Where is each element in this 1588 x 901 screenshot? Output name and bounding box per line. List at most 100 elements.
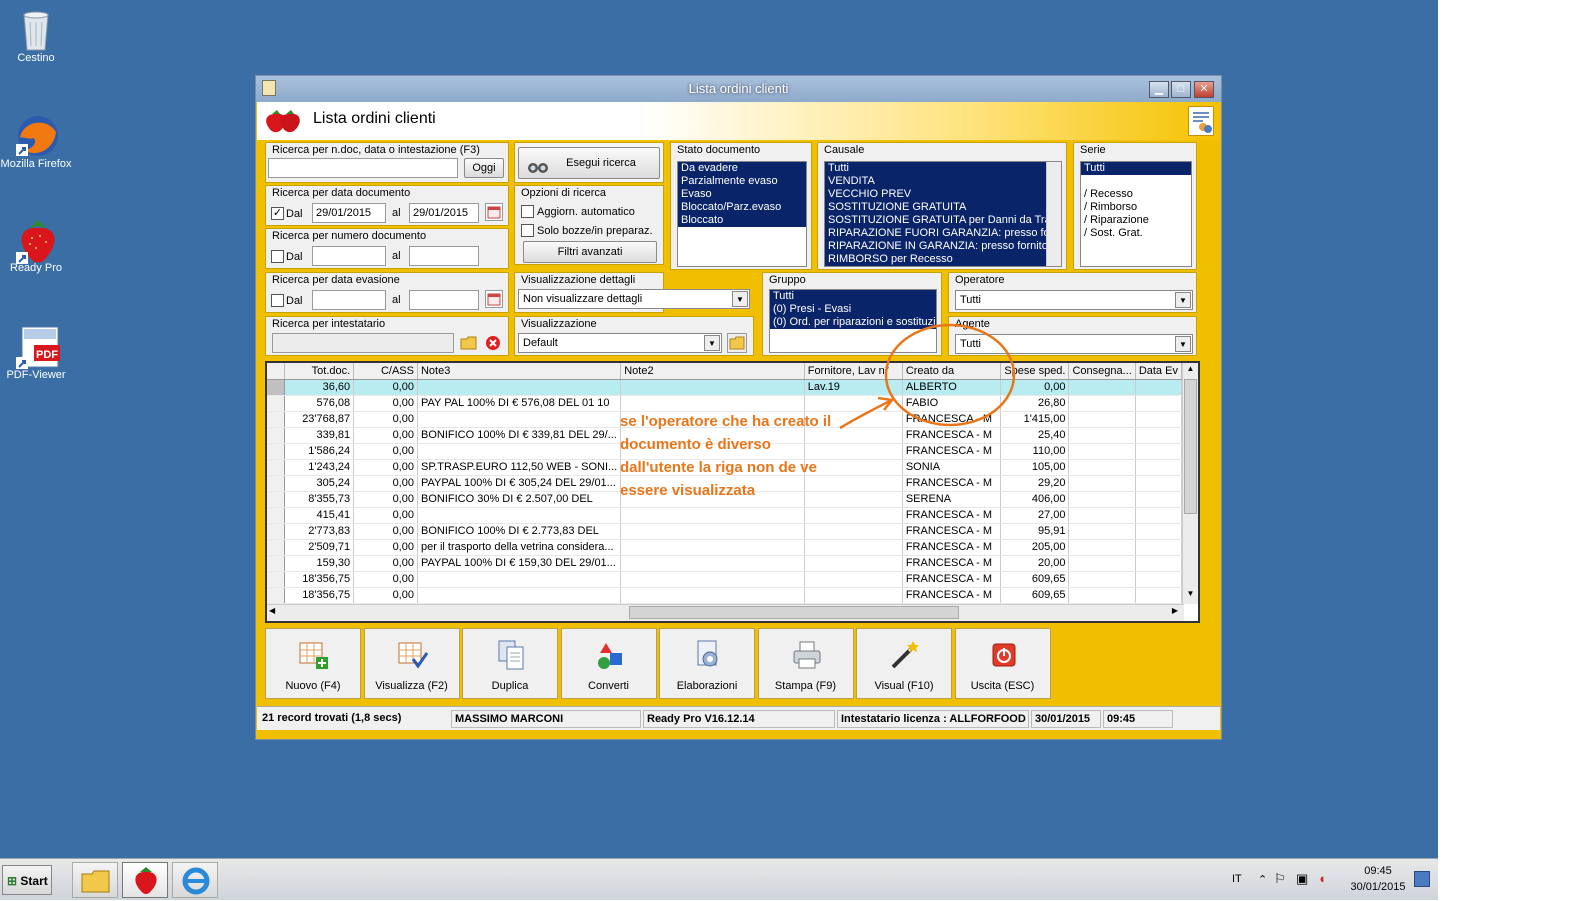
table-cell[interactable]: per il trasporto della vetrina considera…: [417, 539, 622, 556]
table-cell[interactable]: [1135, 443, 1182, 460]
table-cell[interactable]: 1'586,24: [284, 443, 355, 460]
table-cell[interactable]: PAYPAL 100% DI € 305,24 DEL 29/01...: [417, 475, 622, 492]
table-cell[interactable]: [1135, 379, 1182, 396]
evas-to-input[interactable]: [409, 290, 479, 310]
table-cell[interactable]: [804, 507, 903, 524]
vis-det-select[interactable]: Non visualizzare dettagli ▼: [518, 289, 750, 309]
window-titlebar[interactable]: Lista ordini clienti ▁ □ ✕: [256, 76, 1221, 102]
chevron-down-icon[interactable]: ▼: [1175, 292, 1191, 308]
list-item[interactable]: Evaso: [678, 188, 806, 201]
clear-icon[interactable]: [484, 334, 502, 352]
clock-date[interactable]: 30/01/2015: [1348, 881, 1408, 893]
row-header[interactable]: [267, 459, 286, 476]
scroll-up-icon[interactable]: ▲: [1184, 364, 1197, 377]
table-row[interactable]: 415,41 0,00 FRANCESCA - M 27,00: [267, 507, 1182, 524]
col-header[interactable]: Note3: [417, 363, 622, 380]
table-row[interactable]: 2'509,71 0,00 per il trasporto della vetri…: [267, 539, 1182, 556]
table-row[interactable]: 18'356,75 0,00 FRANCESCA - M 609,65: [267, 587, 1182, 604]
table-cell[interactable]: [1068, 523, 1136, 540]
table-cell[interactable]: [1135, 459, 1182, 476]
search-input[interactable]: [268, 158, 458, 178]
esegui-ricerca-button[interactable]: Esegui ricerca: [518, 147, 660, 179]
maximize-button[interactable]: □: [1171, 81, 1191, 98]
intest-input[interactable]: [272, 333, 454, 353]
table-cell[interactable]: 23'768,87: [284, 411, 355, 428]
table-cell[interactable]: 0,00: [353, 539, 418, 556]
table-cell[interactable]: FRANCESCA - M: [902, 475, 1002, 492]
table-cell[interactable]: [1068, 459, 1136, 476]
table-cell[interactable]: [1068, 491, 1136, 508]
table-cell[interactable]: [1068, 379, 1136, 396]
bozze-checkbox[interactable]: [521, 224, 534, 237]
vis-select[interactable]: Default ▼: [518, 333, 722, 353]
scroll-thumb[interactable]: [629, 606, 959, 619]
chevron-down-icon[interactable]: ▼: [732, 291, 748, 307]
operatore-select[interactable]: Tutti ▼: [955, 290, 1193, 310]
table-row[interactable]: 36,60 0,00 Lav.19 ALBERTO 0,00: [267, 379, 1182, 396]
table-cell[interactable]: BONIFICO 30% DI € 2.507,00 DEL: [417, 491, 622, 508]
table-cell[interactable]: [1135, 507, 1182, 524]
toolbar-button-exit[interactable]: Uscita (ESC): [954, 628, 1051, 699]
volume-muted-icon[interactable]: ◖: [1318, 871, 1326, 886]
table-cell[interactable]: FRANCESCA - M: [902, 507, 1002, 524]
causale-scrollbar[interactable]: [1046, 162, 1061, 266]
col-header[interactable]: C/ASS: [353, 363, 418, 380]
row-header[interactable]: [267, 571, 286, 588]
list-item[interactable]: Bloccato: [678, 214, 806, 227]
table-cell[interactable]: [417, 411, 622, 428]
row-header[interactable]: [267, 395, 286, 412]
list-item[interactable]: / Sost. Grat.: [1081, 227, 1191, 240]
list-item[interactable]: Tutti: [825, 162, 1047, 175]
row-header[interactable]: [267, 523, 286, 540]
table-cell[interactable]: SERENA: [902, 491, 1002, 508]
oggi-button[interactable]: Oggi: [464, 158, 504, 178]
list-item[interactable]: Bloccato/Parz.evaso: [678, 201, 806, 214]
calendar-icon[interactable]: [485, 290, 503, 308]
table-cell[interactable]: 0,00: [353, 555, 418, 572]
row-header[interactable]: [267, 443, 286, 460]
calendar-icon[interactable]: [485, 203, 503, 221]
table-cell[interactable]: [620, 507, 805, 524]
table-cell[interactable]: 609,65: [1000, 571, 1070, 588]
col-header[interactable]: Note2: [620, 363, 805, 380]
table-cell[interactable]: 159,30: [284, 555, 355, 572]
table-cell[interactable]: [804, 555, 903, 572]
table-cell[interactable]: [620, 523, 805, 540]
taskbar-ready-pro[interactable]: [122, 862, 168, 898]
list-item[interactable]: Parzialmente evaso: [678, 175, 806, 188]
toolbar-button-convert[interactable]: Converti: [560, 628, 657, 699]
table-cell[interactable]: SONIA: [902, 459, 1002, 476]
date-to-input[interactable]: 29/01/2015: [409, 203, 479, 223]
table-cell[interactable]: 0,00: [353, 507, 418, 524]
row-header[interactable]: [267, 379, 286, 396]
table-cell[interactable]: 0,00: [353, 395, 418, 412]
toolbar-button-process[interactable]: Elaborazioni: [659, 628, 755, 699]
chevron-down-icon[interactable]: ▼: [704, 335, 720, 351]
list-item[interactable]: / Recesso: [1081, 188, 1191, 201]
row-header[interactable]: [267, 539, 286, 556]
table-cell[interactable]: [1068, 507, 1136, 524]
table-cell[interactable]: [1068, 571, 1136, 588]
toolbar-button-printer[interactable]: Stampa (F9): [757, 628, 854, 699]
table-cell[interactable]: [804, 587, 903, 604]
table-cell[interactable]: 0,00: [353, 523, 418, 540]
table-cell[interactable]: [1068, 395, 1136, 412]
table-cell[interactable]: [620, 587, 805, 604]
scroll-right-icon[interactable]: ▶: [1172, 606, 1178, 615]
list-item[interactable]: RIMBORSO per Recesso: [825, 253, 1047, 266]
table-cell[interactable]: [620, 555, 805, 572]
table-cell[interactable]: [1068, 411, 1136, 428]
col-header[interactable]: Data Ev: [1135, 363, 1182, 380]
table-cell[interactable]: [1068, 539, 1136, 556]
list-item[interactable]: / Riparazione: [1081, 214, 1191, 227]
table-cell[interactable]: 0,00: [353, 379, 418, 396]
toolbar-button-magic-wand[interactable]: Visual (F10): [856, 628, 952, 699]
table-cell[interactable]: [417, 379, 622, 396]
row-header[interactable]: [267, 427, 286, 444]
stato-listbox[interactable]: Da evadere Parzialmente evaso Evaso Bloc…: [677, 161, 807, 267]
table-cell[interactable]: 415,41: [284, 507, 355, 524]
table-cell[interactable]: 0,00: [353, 587, 418, 604]
table-cell[interactable]: [1135, 571, 1182, 588]
col-header[interactable]: Consegna...: [1068, 363, 1136, 380]
minimize-button[interactable]: ▁: [1149, 81, 1169, 98]
